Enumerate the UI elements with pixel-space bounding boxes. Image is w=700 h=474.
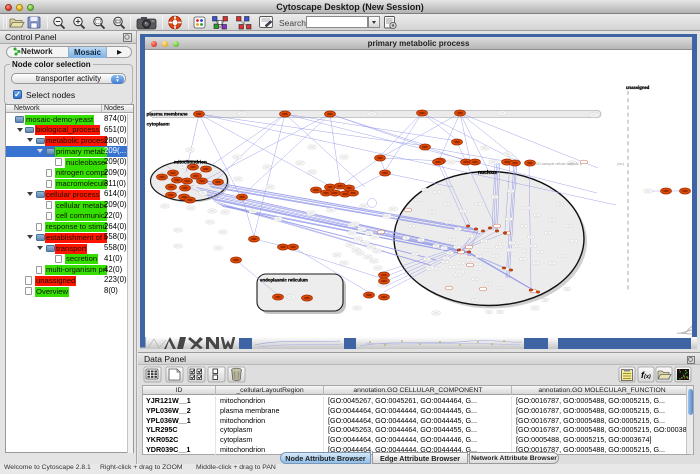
svg-text:mitochondrion: mitochondrion — [174, 160, 207, 165]
svg-text:nucleus: nucleus — [478, 170, 497, 176]
svg-text:cytoplasm: cytoplasm — [147, 122, 170, 127]
svg-text:1:1: 1:1 — [116, 20, 120, 24]
svg-text:unassigned: unassigned — [626, 85, 650, 90]
svg-text:GO:transport cellular cataboli: GO:transport cellular catabolic p — [536, 162, 582, 166]
svg-text:endoplasmic reticulum: endoplasmic reticulum — [260, 278, 308, 283]
svg-text:(xxx): (xxx) — [617, 162, 624, 166]
svg-text:plasma membrane: plasma membrane — [147, 112, 189, 117]
